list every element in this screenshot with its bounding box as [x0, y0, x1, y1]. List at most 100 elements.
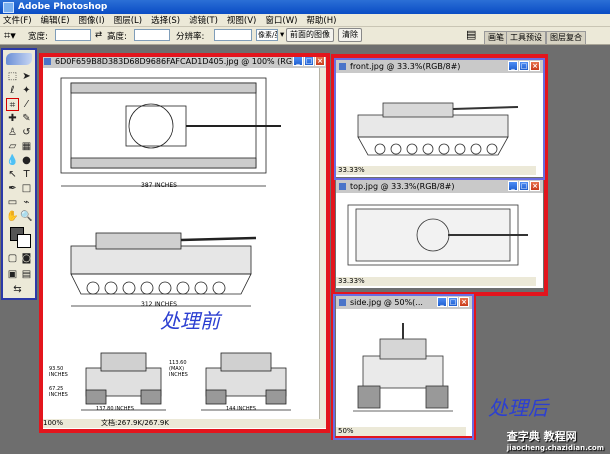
palette-well-icon[interactable]: ▤ — [466, 28, 476, 41]
front-canvas[interactable] — [338, 75, 532, 165]
close-button[interactable]: × — [530, 61, 540, 71]
close-button[interactable]: × — [530, 181, 540, 191]
screen-mode-full-icon[interactable]: ▤ — [20, 268, 33, 281]
maximize-button[interactable]: □ — [304, 56, 314, 66]
dimension-label-top: 387 INCHES — [141, 182, 177, 189]
tank-top-drawing — [347, 204, 528, 266]
width-label: 宽度: — [28, 32, 48, 42]
close-button[interactable]: × — [459, 297, 469, 307]
type-tool-icon[interactable]: T — [20, 168, 33, 181]
height-field[interactable] — [134, 29, 170, 41]
menu-help[interactable]: 帮助(H) — [306, 14, 336, 26]
eyedropper-tool-icon[interactable]: ⌁ — [20, 196, 33, 209]
zoom-tool-icon[interactable]: 🔍 — [20, 210, 33, 223]
chevron-down-icon[interactable]: ▾ — [280, 30, 284, 40]
dimension-label-height: 113.60 (MAX) INCHES — [169, 360, 188, 378]
tab-brushes[interactable]: 画笔 — [484, 31, 508, 44]
history-brush-tool-icon[interactable]: ↺ — [20, 126, 33, 139]
path-selection-tool-icon[interactable]: ↖ — [6, 168, 19, 181]
document-icon — [44, 58, 51, 65]
menu-window[interactable]: 窗口(W) — [265, 14, 297, 26]
top-canvas[interactable] — [338, 195, 532, 275]
annotation-before: 处理前 — [160, 309, 220, 333]
height-label: 高度: — [107, 32, 127, 42]
main-canvas[interactable]: 387 INCHES 312 INCHES 137.80 INCHES 144 … — [41, 68, 318, 419]
toolbox: ⬚ ➤ ℓ ✦ ⌗ ⁄ ✚ ✎ ♙ ↺ ▱ ▦ 💧 ● ↖ T ✒ □ ▭ ⌁ … — [1, 48, 37, 300]
swap-icon[interactable]: ⇄ — [95, 30, 102, 40]
front-document-window: front.jpg @ 33.3%(RGB/8#) _ □ × 33.33% — [336, 60, 543, 177]
annotation-after: 处理后 — [488, 396, 548, 420]
maximize-button[interactable]: □ — [519, 61, 529, 71]
zoom-level[interactable]: 100% — [43, 419, 63, 428]
gradient-tool-icon[interactable]: ▦ — [20, 140, 33, 153]
tab-layer-comps[interactable]: 图层复合 — [546, 31, 586, 44]
dimension-label-front: 137.80 INCHES — [96, 406, 134, 412]
maximize-button[interactable]: □ — [448, 297, 458, 307]
healing-brush-tool-icon[interactable]: ✚ — [6, 112, 19, 125]
menu-edit[interactable]: 编辑(E) — [41, 14, 70, 26]
minimize-button[interactable]: _ — [508, 181, 518, 191]
menu-layer[interactable]: 图层(L) — [114, 14, 142, 26]
screen-mode-standard-icon[interactable]: ▣ — [6, 268, 19, 281]
maximize-button[interactable]: □ — [519, 181, 529, 191]
window-title-bar: Adobe Photoshop — [0, 0, 610, 14]
tool-options-bar: ⌗▾ 宽度: ⇄ 高度: 分辨率: 像素/英寸 ▾ 前面的图像 清除 ▤ 画笔 … — [0, 27, 610, 45]
minimize-button[interactable]: _ — [437, 297, 447, 307]
close-button[interactable]: × — [315, 56, 325, 66]
brush-tool-icon[interactable]: ✎ — [20, 112, 33, 125]
top-status-bar: 33.33% — [336, 277, 536, 286]
tank-side-drawing — [353, 323, 453, 412]
eraser-tool-icon[interactable]: ▱ — [6, 140, 19, 153]
blur-tool-icon[interactable]: 💧 — [6, 154, 19, 167]
minimize-button[interactable]: _ — [508, 61, 518, 71]
slice-tool-icon[interactable]: ⁄ — [20, 98, 33, 111]
crop-tool-preset-icon[interactable]: ⌗▾ — [4, 29, 16, 43]
top-document-title-text: top.jpg @ 33.3%(RGB/8#) — [350, 182, 455, 191]
tab-tool-presets[interactable]: 工具预设 — [506, 31, 546, 44]
dodge-tool-icon[interactable]: ● — [20, 154, 33, 167]
zoom-level[interactable]: 33.33% — [338, 277, 365, 286]
vertical-scrollbar[interactable] — [319, 68, 328, 419]
clone-stamp-tool-icon[interactable]: ♙ — [6, 126, 19, 139]
width-field[interactable] — [55, 29, 91, 41]
minimize-button[interactable]: _ — [293, 56, 303, 66]
hand-tool-icon[interactable]: ✋ — [6, 210, 19, 223]
magic-wand-tool-icon[interactable]: ✦ — [20, 84, 33, 97]
menu-image[interactable]: 图像(I) — [79, 14, 105, 26]
main-document-title[interactable]: 6D0F659B8D383D68D9686FAFCAD1D405.jpg @ 1… — [41, 55, 328, 68]
background-color-swatch[interactable] — [17, 234, 31, 248]
resolution-unit-select[interactable]: 像素/英寸 — [256, 29, 278, 41]
standard-mode-icon[interactable]: ▢ — [6, 252, 19, 265]
quick-mask-mode-icon[interactable]: ◙ — [20, 252, 33, 265]
marquee-tool-icon[interactable]: ⬚ — [6, 70, 19, 83]
side-document-window: side.jpg @ 50%(... _ □ × 50% — [336, 296, 472, 438]
move-tool-icon[interactable]: ➤ — [20, 70, 33, 83]
watermark-main: 查字典 教程网 — [506, 430, 577, 443]
document-info[interactable]: 文档:267.9K/267.9K — [101, 419, 169, 428]
main-status-bar: 100% 文档:267.9K/267.9K — [41, 419, 328, 428]
zoom-level[interactable]: 33.33% — [338, 166, 365, 175]
notes-tool-icon[interactable]: ▭ — [6, 196, 19, 209]
photoshop-app-icon — [3, 1, 14, 13]
pen-tool-icon[interactable]: ✒ — [6, 182, 19, 195]
zoom-level[interactable]: 50% — [338, 427, 354, 436]
menu-filter[interactable]: 滤镜(T) — [189, 14, 218, 26]
dimension-label-left-1: 93.50 INCHES — [49, 366, 68, 378]
front-document-title-text: front.jpg @ 33.3%(RGB/8#) — [350, 62, 461, 71]
dimension-label-left-2: 67.25 INCHES — [49, 386, 68, 398]
tank-front-drawing — [357, 102, 519, 156]
resolution-field[interactable] — [214, 29, 252, 41]
menu-view[interactable]: 视图(V) — [227, 14, 256, 26]
front-image-button[interactable]: 前面的图像 — [286, 28, 334, 42]
watermark-sub: jiaocheng.chazidian.com — [506, 444, 604, 452]
shape-tool-icon[interactable]: □ — [20, 182, 33, 195]
crop-tool-icon[interactable]: ⌗ — [6, 98, 19, 111]
side-canvas[interactable] — [338, 311, 466, 425]
lasso-tool-icon[interactable]: ℓ — [6, 84, 19, 97]
clear-button[interactable]: 清除 — [338, 28, 362, 42]
adobe-online-feather-icon[interactable] — [6, 53, 32, 65]
menu-select[interactable]: 选择(S) — [151, 14, 180, 26]
site-watermark: 查字典 教程网 jiaocheng.chazidian.com — [507, 428, 604, 452]
menu-file[interactable]: 文件(F) — [3, 14, 32, 26]
jump-to-imageready-icon[interactable]: ⇆ — [11, 283, 24, 296]
